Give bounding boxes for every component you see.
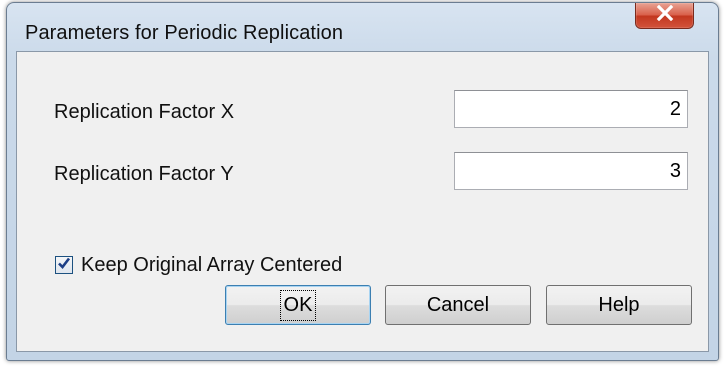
ok-button-label: OK xyxy=(279,289,317,321)
replication-x-input[interactable] xyxy=(454,90,688,128)
replication-x-label: Replication Factor X xyxy=(54,101,235,123)
keep-centered-label[interactable]: Keep Original Array Centered xyxy=(81,254,342,277)
dialog-body: Replication Factor X Replication Factor … xyxy=(16,51,709,352)
cancel-button-label: Cancel xyxy=(426,293,490,316)
close-button[interactable] xyxy=(635,3,694,29)
help-button[interactable]: Help xyxy=(546,285,692,325)
window-title: Parameters for Periodic Replication xyxy=(25,22,344,44)
cancel-button[interactable]: Cancel xyxy=(385,285,531,325)
close-icon xyxy=(656,4,674,26)
ok-button[interactable]: OK xyxy=(225,285,371,325)
checkmark-icon xyxy=(57,256,71,275)
replication-y-label: Replication Factor Y xyxy=(54,163,234,185)
keep-centered-checkbox[interactable] xyxy=(55,256,73,274)
replication-y-input[interactable] xyxy=(454,152,688,190)
help-button-label: Help xyxy=(598,293,640,316)
dialog-window: Parameters for Periodic Replication Repl… xyxy=(6,2,719,361)
